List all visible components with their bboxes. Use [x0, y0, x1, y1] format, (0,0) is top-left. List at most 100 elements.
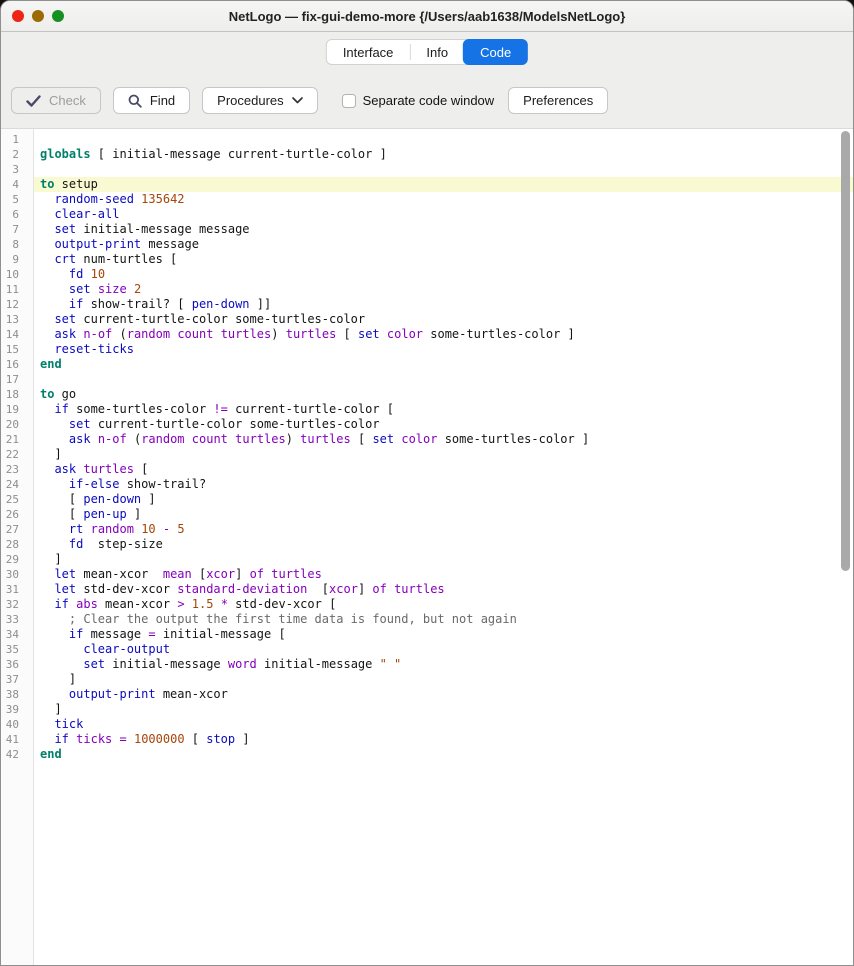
code-line[interactable]: if show-trail? [ pen-down ]]	[34, 297, 853, 312]
code-line[interactable]: if abs mean-xcor > 1.5 * std-dev-xcor [	[34, 597, 853, 612]
code-line[interactable]: let std-dev-xcor standard-deviation [xco…	[34, 582, 853, 597]
code-line[interactable]: clear-all	[34, 207, 853, 222]
line-number: 23	[1, 462, 33, 477]
line-number: 40	[1, 717, 33, 732]
code-line[interactable]: [ pen-down ]	[34, 492, 853, 507]
code-lines[interactable]: globals [ initial-message current-turtle…	[34, 129, 853, 966]
code-line[interactable]: reset-ticks	[34, 342, 853, 357]
procedures-dropdown-label: Procedures	[217, 93, 283, 108]
check-button[interactable]: Check	[11, 87, 101, 114]
window-title: NetLogo — fix-gui-demo-more {/Users/aab1…	[1, 9, 853, 24]
minimize-window-button[interactable]	[32, 10, 44, 22]
line-number: 38	[1, 687, 33, 702]
code-line[interactable]	[34, 162, 853, 177]
line-number: 6	[1, 207, 33, 222]
code-editor[interactable]: 1234567891011121314151617181920212223242…	[1, 129, 853, 966]
line-number: 33	[1, 612, 33, 627]
code-line[interactable]: ]	[34, 447, 853, 462]
code-line[interactable]: output-print mean-xcor	[34, 687, 853, 702]
line-number: 5	[1, 192, 33, 207]
line-number: 32	[1, 597, 33, 612]
code-line[interactable]: if message = initial-message [	[34, 627, 853, 642]
separate-code-window-group: Separate code window	[342, 93, 495, 108]
separate-code-window-checkbox[interactable]	[342, 94, 356, 108]
search-icon	[128, 94, 142, 108]
line-number: 31	[1, 582, 33, 597]
code-line[interactable]: ]	[34, 672, 853, 687]
line-number: 18	[1, 387, 33, 402]
check-button-label: Check	[49, 93, 86, 108]
code-line[interactable]: random-seed 135642	[34, 192, 853, 207]
line-number: 30	[1, 567, 33, 582]
code-line[interactable]: rt random 10 - 5	[34, 522, 853, 537]
tab-info[interactable]: Info	[410, 40, 464, 64]
line-number: 22	[1, 447, 33, 462]
line-number: 42	[1, 747, 33, 762]
traffic-lights	[12, 1, 64, 31]
code-line[interactable]: if ticks = 1000000 [ stop ]	[34, 732, 853, 747]
line-number: 14	[1, 327, 33, 342]
code-line[interactable]: ; Clear the output the first time data i…	[34, 612, 853, 627]
code-line[interactable]	[34, 132, 853, 147]
find-button[interactable]: Find	[113, 87, 190, 114]
code-line[interactable]: clear-output	[34, 642, 853, 657]
procedures-dropdown[interactable]: Procedures	[202, 87, 317, 114]
code-line[interactable]: to go	[34, 387, 853, 402]
line-number: 2	[1, 147, 33, 162]
preferences-button[interactable]: Preferences	[508, 87, 608, 114]
vertical-scrollbar-thumb[interactable]	[841, 131, 850, 571]
code-line[interactable]: [ pen-up ]	[34, 507, 853, 522]
code-line[interactable]: ask n-of (random count turtles) turtles …	[34, 327, 853, 342]
header: Interface Info Code Check	[1, 32, 853, 129]
code-line[interactable]: set size 2	[34, 282, 853, 297]
code-line[interactable]: ask n-of (random count turtles) turtles …	[34, 432, 853, 447]
code-line[interactable]: let mean-xcor mean [xcor] of turtles	[34, 567, 853, 582]
line-number: 28	[1, 537, 33, 552]
zoom-window-button[interactable]	[52, 10, 64, 22]
netlogo-window: NetLogo — fix-gui-demo-more {/Users/aab1…	[0, 0, 854, 966]
line-number: 1	[1, 132, 33, 147]
code-line[interactable]: crt num-turtles [	[34, 252, 853, 267]
tab-code[interactable]: Code	[463, 39, 528, 65]
line-number: 4	[1, 177, 33, 192]
line-number: 27	[1, 522, 33, 537]
code-line[interactable]: end	[34, 357, 853, 372]
code-line[interactable]: ]	[34, 702, 853, 717]
close-window-button[interactable]	[12, 10, 24, 22]
separate-code-window-label[interactable]: Separate code window	[363, 93, 495, 108]
code-line[interactable]: set current-turtle-color some-turtles-co…	[34, 417, 853, 432]
line-number: 39	[1, 702, 33, 717]
code-line[interactable]: set initial-message message	[34, 222, 853, 237]
code-line[interactable]: to setup	[34, 177, 853, 192]
line-number-gutter: 1234567891011121314151617181920212223242…	[1, 129, 34, 966]
line-number: 36	[1, 657, 33, 672]
code-line[interactable]: end	[34, 747, 853, 762]
code-line[interactable]: tick	[34, 717, 853, 732]
line-number: 41	[1, 732, 33, 747]
code-line[interactable]: set initial-message word initial-message…	[34, 657, 853, 672]
code-line[interactable]: fd 10	[34, 267, 853, 282]
code-line[interactable]: globals [ initial-message current-turtle…	[34, 147, 853, 162]
code-line[interactable]: fd step-size	[34, 537, 853, 552]
line-number: 26	[1, 507, 33, 522]
line-number: 11	[1, 282, 33, 297]
line-number: 9	[1, 252, 33, 267]
line-number: 24	[1, 477, 33, 492]
line-number: 12	[1, 297, 33, 312]
tab-switcher: Interface Info Code	[326, 39, 528, 65]
toolbar: Check Find Procedures Separate code wind…	[11, 87, 608, 114]
code-line[interactable]: set current-turtle-color some-turtles-co…	[34, 312, 853, 327]
line-number: 17	[1, 372, 33, 387]
tab-interface[interactable]: Interface	[327, 40, 410, 64]
code-line[interactable]: if some-turtles-color != current-turtle-…	[34, 402, 853, 417]
titlebar[interactable]: NetLogo — fix-gui-demo-more {/Users/aab1…	[1, 1, 853, 32]
code-line[interactable]: ask turtles [	[34, 462, 853, 477]
code-line[interactable]: ]	[34, 552, 853, 567]
code-line[interactable]: output-print message	[34, 237, 853, 252]
code-line[interactable]: if-else show-trail?	[34, 477, 853, 492]
line-number: 35	[1, 642, 33, 657]
line-number: 13	[1, 312, 33, 327]
code-line[interactable]	[34, 372, 853, 387]
line-number: 29	[1, 552, 33, 567]
line-number: 20	[1, 417, 33, 432]
